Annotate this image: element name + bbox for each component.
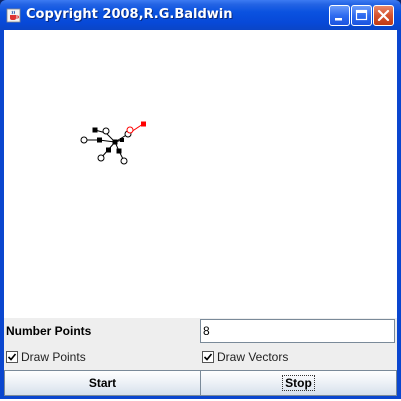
draw-points-checkbox[interactable]: Draw Points: [6, 350, 106, 366]
maximize-button[interactable]: [351, 5, 372, 26]
draw-points-label: Draw Points: [21, 350, 86, 364]
start-button[interactable]: Start: [4, 370, 201, 396]
maximize-icon: [355, 9, 368, 21]
java-coffee-cup-icon[interactable]: [6, 8, 21, 23]
vector-head-circle: [102, 127, 110, 135]
point-marker: [97, 137, 102, 143]
minimize-icon: [335, 18, 342, 21]
close-button[interactable]: [373, 5, 394, 26]
point-marker-red: [141, 121, 146, 127]
vector-head-circle: [80, 136, 88, 144]
checkbox-box[interactable]: [202, 351, 214, 363]
client-area: Number Points Draw Points Draw Vectors: [4, 30, 397, 398]
app-window: Copyright 2008,R.G.Baldwin Number Points…: [0, 0, 401, 399]
number-points-label: Number Points: [6, 324, 92, 338]
checkmark-icon: [203, 353, 213, 361]
checkmark-icon: [7, 353, 17, 361]
point-marker: [112, 139, 118, 145]
drawing-canvas: [4, 30, 397, 318]
minimize-button[interactable]: [329, 5, 350, 26]
stop-button-label: Stop: [282, 375, 315, 391]
window-border-right: [397, 30, 401, 398]
draw-vectors-label: Draw Vectors: [217, 350, 289, 364]
control-panel: Number Points Draw Points Draw Vectors: [4, 318, 397, 398]
close-icon: [377, 9, 390, 22]
point-marker: [106, 147, 111, 153]
vector-head-circle: [120, 157, 128, 165]
stop-button[interactable]: Stop: [200, 370, 397, 396]
draw-vectors-checkbox[interactable]: Draw Vectors: [202, 350, 312, 366]
vector-head-circle-red: [126, 126, 134, 134]
vector-drawing: [80, 121, 146, 165]
window-border-bottom: [0, 396, 401, 399]
number-points-input[interactable]: [200, 319, 395, 343]
point-marker: [116, 148, 122, 154]
start-button-label: Start: [88, 376, 117, 390]
point-marker: [120, 138, 124, 142]
checkbox-box[interactable]: [6, 351, 18, 363]
title-bar[interactable]: Copyright 2008,R.G.Baldwin: [0, 0, 401, 30]
window-title: Copyright 2008,R.G.Baldwin: [26, 7, 233, 22]
vector-head-circle: [97, 154, 105, 162]
point-marker: [92, 127, 98, 133]
